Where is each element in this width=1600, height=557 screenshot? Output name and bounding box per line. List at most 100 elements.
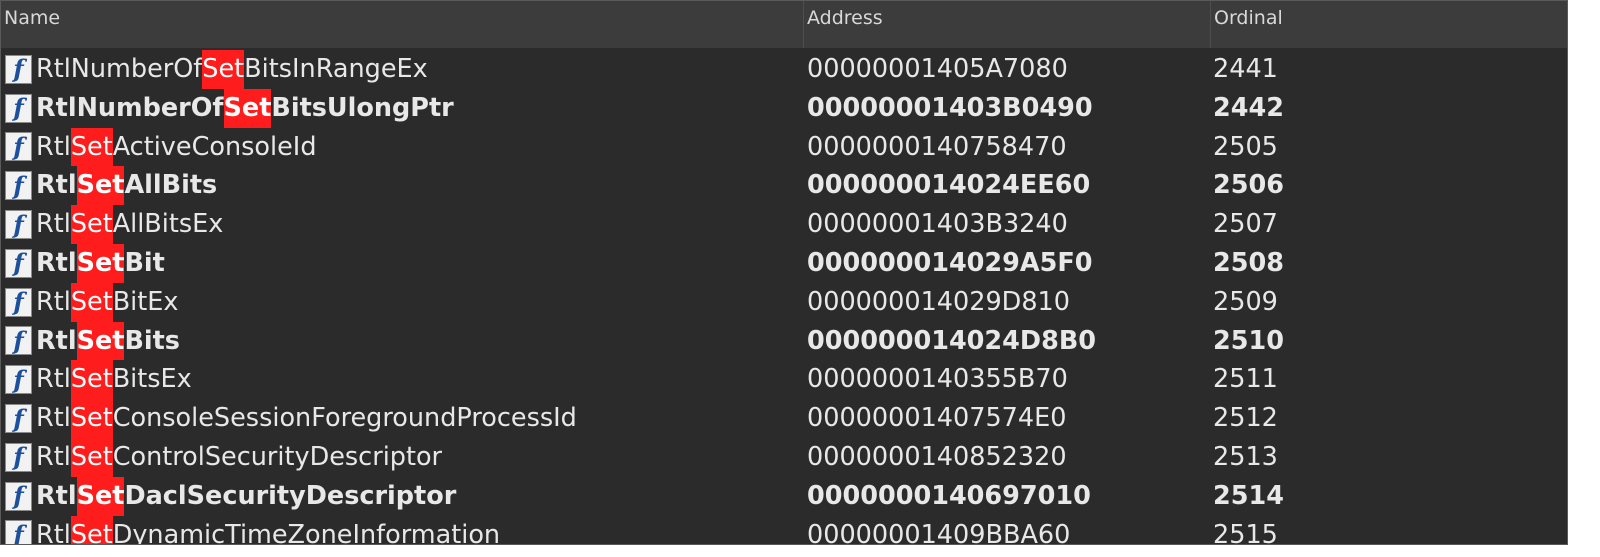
function-name-cell: f Rtl Set Bits <box>5 321 800 361</box>
search-match-highlight: Set <box>202 50 245 89</box>
function-name-cell: f Rtl Set DaclSecurityDescriptor <box>5 476 800 516</box>
table-row[interactable]: f Rtl Set Bit 000000014029A5F0 2508 <box>1 243 1567 283</box>
ordinal-cell: 2513 <box>1213 441 1278 472</box>
ordinal-cell: 2441 <box>1213 54 1278 84</box>
function-name-suffix: AllBits <box>124 170 218 201</box>
ordinal-cell: 2507 <box>1213 209 1278 240</box>
address-cell: 000000014024D8B0 <box>807 325 1097 356</box>
table-row[interactable]: f Rtl Set ConsoleSessionForegroundProcessId… <box>1 399 1567 438</box>
search-match-highlight: Set <box>70 127 113 167</box>
table-row[interactable]: f Rtl Set DynamicTimeZoneInformation 0000000… <box>1 515 1567 545</box>
function-icon: f <box>5 365 32 395</box>
function-name-prefix: Rtl <box>36 209 71 240</box>
address-cell: 0000000140852320 <box>807 441 1067 472</box>
function-name-cell: f RtlNumberOf Set BitsUlongPtr <box>5 88 800 128</box>
table-row[interactable]: f Rtl Set Bits 000000014024D8B0 2510 <box>1 321 1567 361</box>
ordinal-cell: 2515 <box>1213 519 1278 545</box>
table-row[interactable]: f Rtl Set AllBits 000000014024EE60 2506 <box>1 166 1567 206</box>
function-name-suffix: DaclSecurityDescriptor <box>124 480 457 511</box>
function-name-prefix: RtlNumberOf <box>36 92 224 123</box>
function-name-prefix: Rtl <box>36 325 77 356</box>
function-name-suffix: BitsInRangeEx <box>244 54 428 84</box>
search-match-highlight: Set <box>76 321 125 361</box>
function-name-prefix: Rtl <box>36 519 71 545</box>
function-name-suffix: Bits <box>124 325 180 356</box>
address-cell: 000000014029D810 <box>807 286 1070 317</box>
search-match-highlight: Set <box>70 282 113 322</box>
address-cell: 00000001405A7080 <box>807 54 1068 84</box>
table-row[interactable]: f Rtl Set AllBitsEx 00000001403B3240 2507 <box>1 205 1567 244</box>
function-name-cell: f Rtl Set AllBits <box>5 166 800 206</box>
ordinal-cell: 2506 <box>1213 170 1284 201</box>
function-name-suffix: AllBitsEx <box>112 209 224 240</box>
function-name-prefix: RtlNumberOf <box>36 54 203 84</box>
ordinal-cell: 2510 <box>1213 325 1284 356</box>
function-name-suffix: DynamicTimeZoneInformation <box>112 519 501 545</box>
function-name-suffix: ControlSecurityDescriptor <box>112 441 443 472</box>
search-match-highlight: Set <box>76 243 125 283</box>
function-icon: f <box>5 171 32 201</box>
table-row[interactable]: f Rtl Set ControlSecurityDescriptor 00000001… <box>1 437 1567 477</box>
list-header: Name Address Ordinal <box>1 1 1567 48</box>
search-match-highlight: Set <box>70 205 113 244</box>
ordinal-cell: 2514 <box>1213 480 1284 511</box>
ordinal-cell: 2511 <box>1213 364 1278 395</box>
function-icon: f <box>5 520 32 544</box>
address-cell: 0000000140697010 <box>807 480 1091 511</box>
function-icon: f <box>5 442 32 472</box>
search-match-highlight: Set <box>70 399 113 438</box>
function-name-suffix: BitsUlongPtr <box>271 92 454 123</box>
ordinal-cell: 2509 <box>1213 286 1278 317</box>
table-row[interactable]: f RtlNumberOf Set BitsInRangeEx 00000001405A… <box>1 50 1567 89</box>
column-header-address[interactable]: Address <box>804 1 1211 48</box>
function-name-prefix: Rtl <box>36 286 71 317</box>
function-icon: f <box>5 132 32 162</box>
function-name-suffix: Bit <box>124 247 165 278</box>
address-cell: 00000001403B3240 <box>807 209 1068 240</box>
table-row[interactable]: f Rtl Set BitEx 000000014029D810 2509 <box>1 282 1567 322</box>
function-name-cell: f Rtl Set BitsEx <box>5 360 800 400</box>
ordinal-cell: 2512 <box>1213 403 1278 434</box>
function-name-cell: f Rtl Set AllBitsEx <box>5 205 800 244</box>
function-name-cell: f Rtl Set ConsoleSessionForegroundProcessId <box>5 399 800 438</box>
function-name-cell: f RtlNumberOf Set BitsInRangeEx <box>5 50 800 89</box>
ordinal-cell: 2442 <box>1213 92 1284 123</box>
function-name-prefix: Rtl <box>36 247 77 278</box>
address-cell: 000000014029A5F0 <box>807 247 1093 278</box>
function-name-suffix: BitEx <box>112 286 179 317</box>
export-rows: f RtlNumberOf Set BitsInRangeEx 00000001405A… <box>1 50 1567 545</box>
table-row[interactable]: f RtlNumberOf Set BitsUlongPtr 00000001403B0… <box>1 88 1567 128</box>
function-icon: f <box>5 54 32 84</box>
function-name-cell: f Rtl Set ControlSecurityDescriptor <box>5 437 800 477</box>
column-header-ordinal[interactable]: Ordinal <box>1211 1 1567 48</box>
address-cell: 0000000140758470 <box>807 131 1067 162</box>
address-cell: 0000000140355B70 <box>807 364 1068 395</box>
column-header-name[interactable]: Name <box>1 1 804 48</box>
function-name-cell: f Rtl Set DynamicTimeZoneInformation <box>5 515 800 545</box>
function-icon: f <box>5 326 32 356</box>
function-icon: f <box>5 248 32 278</box>
search-match-highlight: Set <box>70 437 113 477</box>
function-name-prefix: Rtl <box>36 441 71 472</box>
table-row[interactable]: f Rtl Set BitsEx 0000000140355B70 2511 <box>1 360 1567 400</box>
ordinal-cell: 2505 <box>1213 131 1278 162</box>
exports-list-view: Name Address Ordinal f RtlNumberOf Set Bits… <box>0 0 1568 545</box>
search-match-highlight: Set <box>76 166 125 206</box>
function-name-cell: f Rtl Set Bit <box>5 243 800 283</box>
table-row[interactable]: f Rtl Set DaclSecurityDescriptor 00000001406… <box>1 476 1567 516</box>
address-cell: 00000001409BBA60 <box>807 519 1071 545</box>
search-match-highlight: Set <box>76 476 125 516</box>
ordinal-cell: 2508 <box>1213 247 1284 278</box>
function-icon: f <box>5 481 32 511</box>
function-name-suffix: ActiveConsoleId <box>112 131 317 162</box>
function-name-prefix: Rtl <box>36 403 71 434</box>
table-row[interactable]: f Rtl Set ActiveConsoleId 0000000140758470 25… <box>1 127 1567 167</box>
function-icon: f <box>5 404 32 434</box>
function-icon: f <box>5 287 32 317</box>
address-cell: 00000001407574E0 <box>807 403 1067 434</box>
function-icon: f <box>5 210 32 240</box>
function-name-suffix: BitsEx <box>112 364 192 395</box>
address-cell: 00000001403B0490 <box>807 92 1093 123</box>
function-name-cell: f Rtl Set ActiveConsoleId <box>5 127 800 167</box>
function-name-cell: f Rtl Set BitEx <box>5 282 800 322</box>
